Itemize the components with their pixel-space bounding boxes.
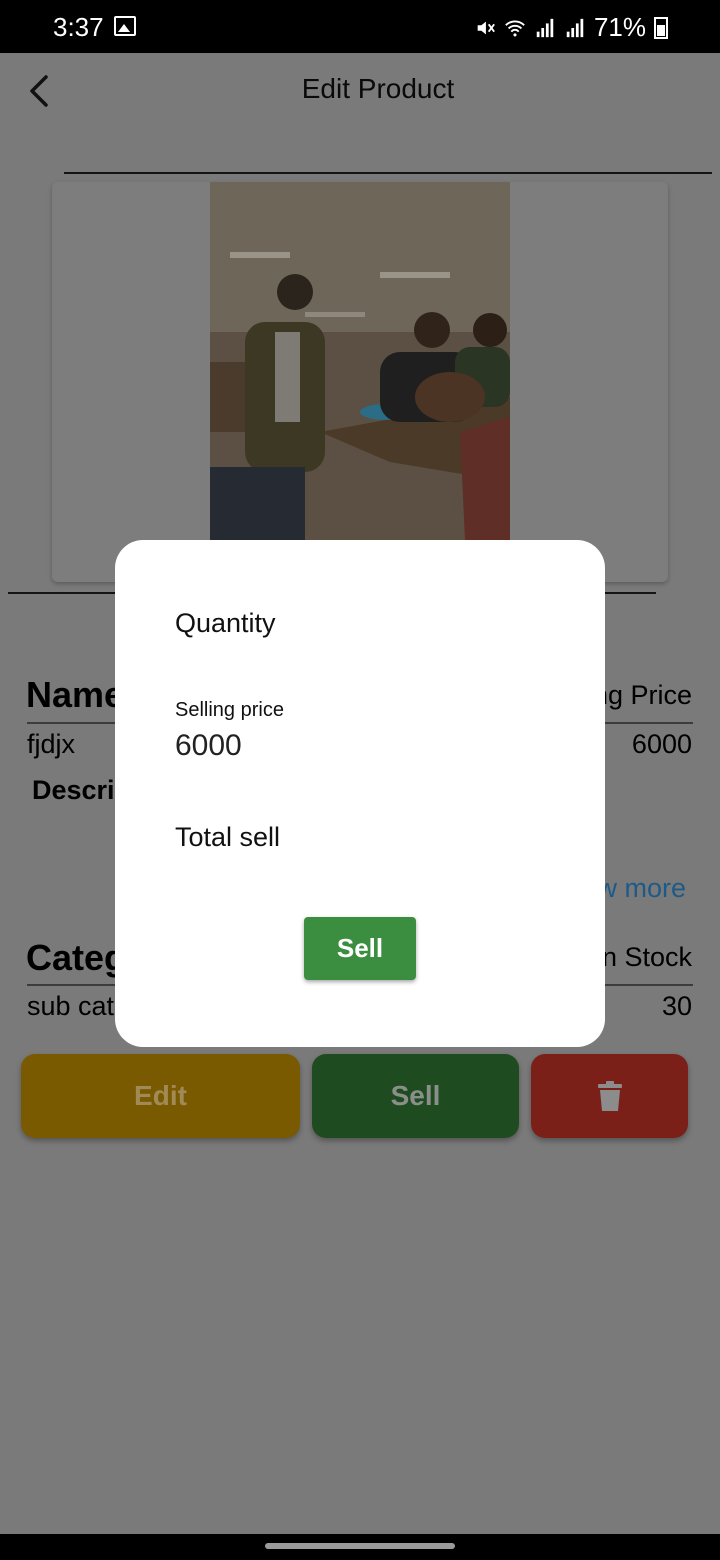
selling-price-value: 6000 [631, 729, 692, 759]
in-stock-value: 30 [661, 991, 692, 1021]
in-stock-label: In Stock [594, 942, 692, 972]
gallery-icon [114, 16, 136, 36]
status-icons: 71% [474, 12, 668, 43]
home-indicator[interactable] [265, 1543, 455, 1549]
mute-icon [477, 21, 495, 34]
battery-percent: 71% [593, 12, 646, 42]
sell-dialog: Quantity Selling price 6000 Total sell S… [115, 540, 605, 1047]
signal-icon [536, 18, 554, 37]
edit-button[interactable]: Edit [21, 1054, 300, 1138]
status-time: 3:37 [53, 12, 104, 42]
app-bar: Edit Product [0, 53, 720, 128]
signal-icon [566, 18, 584, 37]
sell-button[interactable]: Sell [312, 1054, 519, 1138]
name-label: Name [26, 674, 125, 715]
name-value: fjdjx [27, 729, 76, 759]
divider-top [64, 172, 712, 174]
quantity-field[interactable]: Quantity [175, 608, 276, 639]
delete-button[interactable] [531, 1054, 688, 1138]
battery-icon [654, 16, 668, 39]
dialog-sell-button[interactable]: Sell [304, 917, 416, 980]
page-title: Edit Product [301, 73, 455, 104]
product-photo [210, 182, 510, 540]
status-bar: 3:37 71% [0, 0, 720, 53]
wifi-icon [505, 20, 525, 36]
selling-price-field-label: Selling price [175, 699, 284, 721]
total-sell-field[interactable]: Total sell [175, 822, 280, 853]
selling-price-field[interactable]: 6000 [175, 729, 242, 763]
trash-icon [597, 1081, 622, 1111]
edit-button-label: Edit [134, 1080, 187, 1111]
sell-button-label: Sell [390, 1080, 441, 1111]
